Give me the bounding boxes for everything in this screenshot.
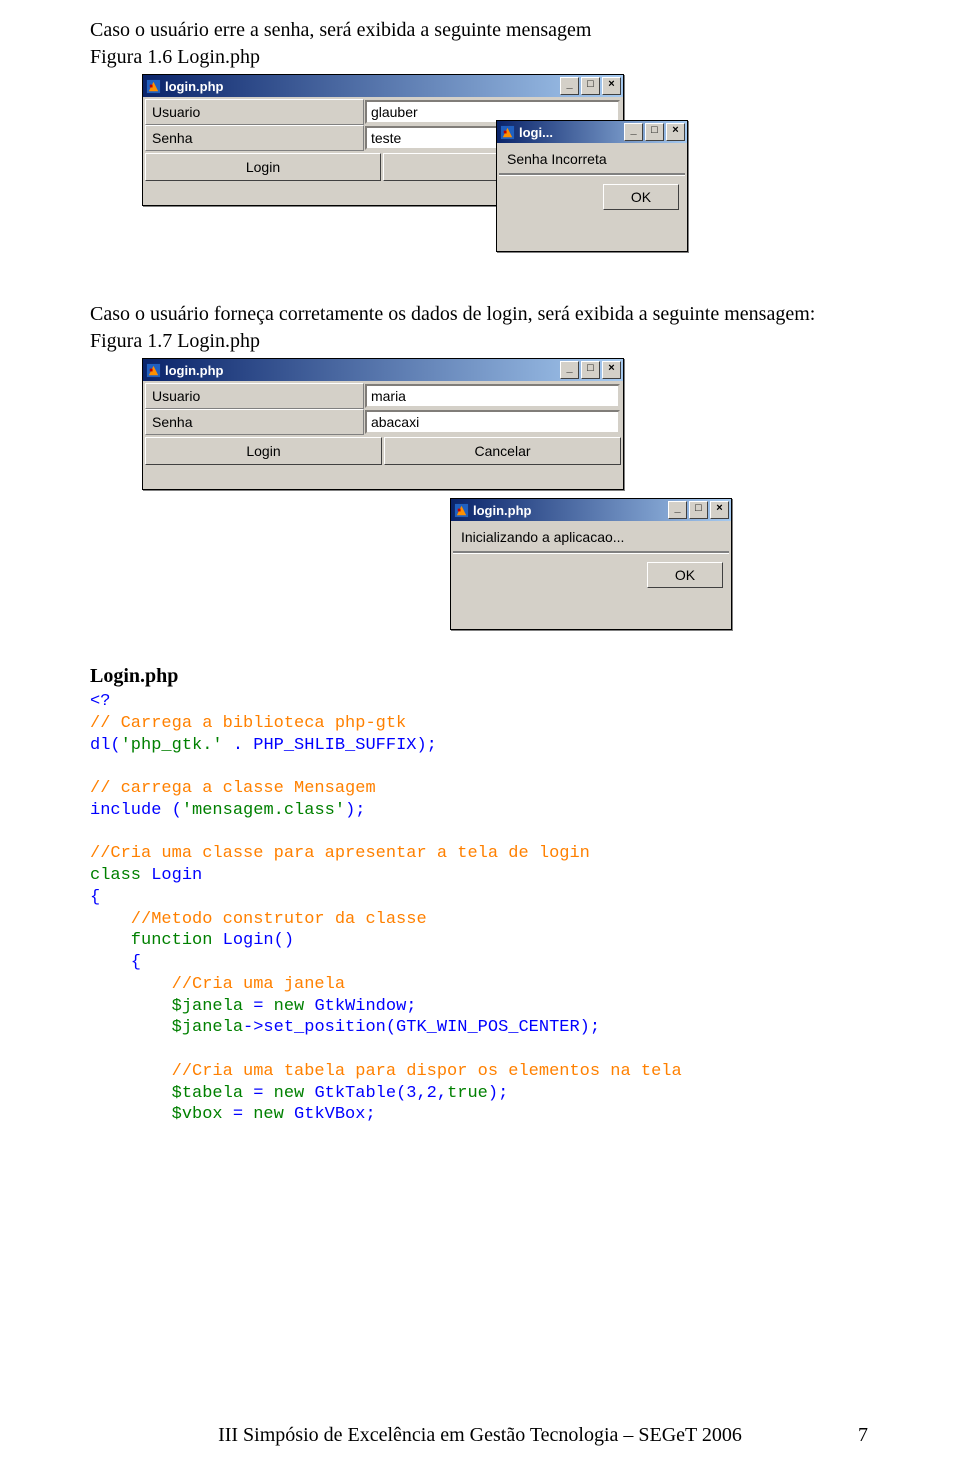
- message-window-2: login.php _ □ × Inicializando a aplicaca…: [450, 498, 732, 630]
- window-title: login.php: [165, 363, 560, 378]
- titlebar[interactable]: login.php _ □ ×: [451, 499, 731, 521]
- app-icon: [146, 363, 161, 378]
- page-number: 7: [858, 1424, 868, 1447]
- maximize-button[interactable]: □: [689, 501, 708, 519]
- app-icon: [146, 79, 161, 94]
- minimize-button[interactable]: _: [668, 501, 687, 519]
- label-senha: Senha: [145, 125, 364, 151]
- login-button[interactable]: Login: [145, 437, 382, 465]
- window-title: login.php: [165, 79, 560, 94]
- close-button[interactable]: ×: [710, 501, 729, 519]
- minimize-button[interactable]: _: [560, 77, 579, 95]
- maximize-button[interactable]: □: [581, 77, 600, 95]
- cancel-button[interactable]: Cancelar: [384, 437, 621, 465]
- senha-input[interactable]: [365, 410, 620, 434]
- code-heading: Login.php: [90, 664, 870, 689]
- titlebar[interactable]: login.php _ □ ×: [143, 359, 623, 381]
- message-text: Senha Incorreta: [499, 145, 685, 171]
- login-window-2: login.php _ □ × Usuario Senha Login Canc…: [142, 358, 624, 490]
- label-usuario: Usuario: [145, 383, 364, 409]
- separator: [453, 551, 729, 554]
- ok-button[interactable]: OK: [647, 562, 723, 588]
- label-senha: Senha: [145, 409, 364, 435]
- message-window-1: logi... _ □ × Senha Incorreta OK: [496, 120, 688, 252]
- close-button[interactable]: ×: [602, 361, 621, 379]
- label-usuario: Usuario: [145, 99, 364, 125]
- app-icon: [454, 503, 469, 518]
- window-title: login.php: [473, 503, 668, 518]
- intro-paragraph-2: Caso o usuário forneça corretamente os d…: [90, 302, 870, 327]
- window-title: logi...: [519, 125, 624, 140]
- login-button[interactable]: Login: [145, 153, 381, 181]
- ok-button[interactable]: OK: [603, 184, 679, 210]
- footer-text: III Simpósio de Excelência em Gestão Tec…: [0, 1424, 960, 1447]
- usuario-input[interactable]: [365, 384, 620, 408]
- message-text: Inicializando a aplicacao...: [453, 523, 729, 549]
- titlebar[interactable]: logi... _ □ ×: [497, 121, 687, 143]
- minimize-button[interactable]: _: [624, 123, 643, 141]
- intro-paragraph-1: Caso o usuário erre a senha, será exibid…: [90, 18, 870, 43]
- maximize-button[interactable]: □: [645, 123, 664, 141]
- minimize-button[interactable]: _: [560, 361, 579, 379]
- close-button[interactable]: ×: [666, 123, 685, 141]
- titlebar[interactable]: login.php _ □ ×: [143, 75, 623, 97]
- app-icon: [500, 125, 515, 140]
- close-button[interactable]: ×: [602, 77, 621, 95]
- maximize-button[interactable]: □: [581, 361, 600, 379]
- figure-caption-1: Figura 1.6 Login.php: [90, 45, 870, 70]
- code-block: <? // Carrega a biblioteca php-gtk dl('p…: [90, 691, 870, 1126]
- separator: [499, 173, 685, 176]
- figure-caption-2: Figura 1.7 Login.php: [90, 329, 870, 354]
